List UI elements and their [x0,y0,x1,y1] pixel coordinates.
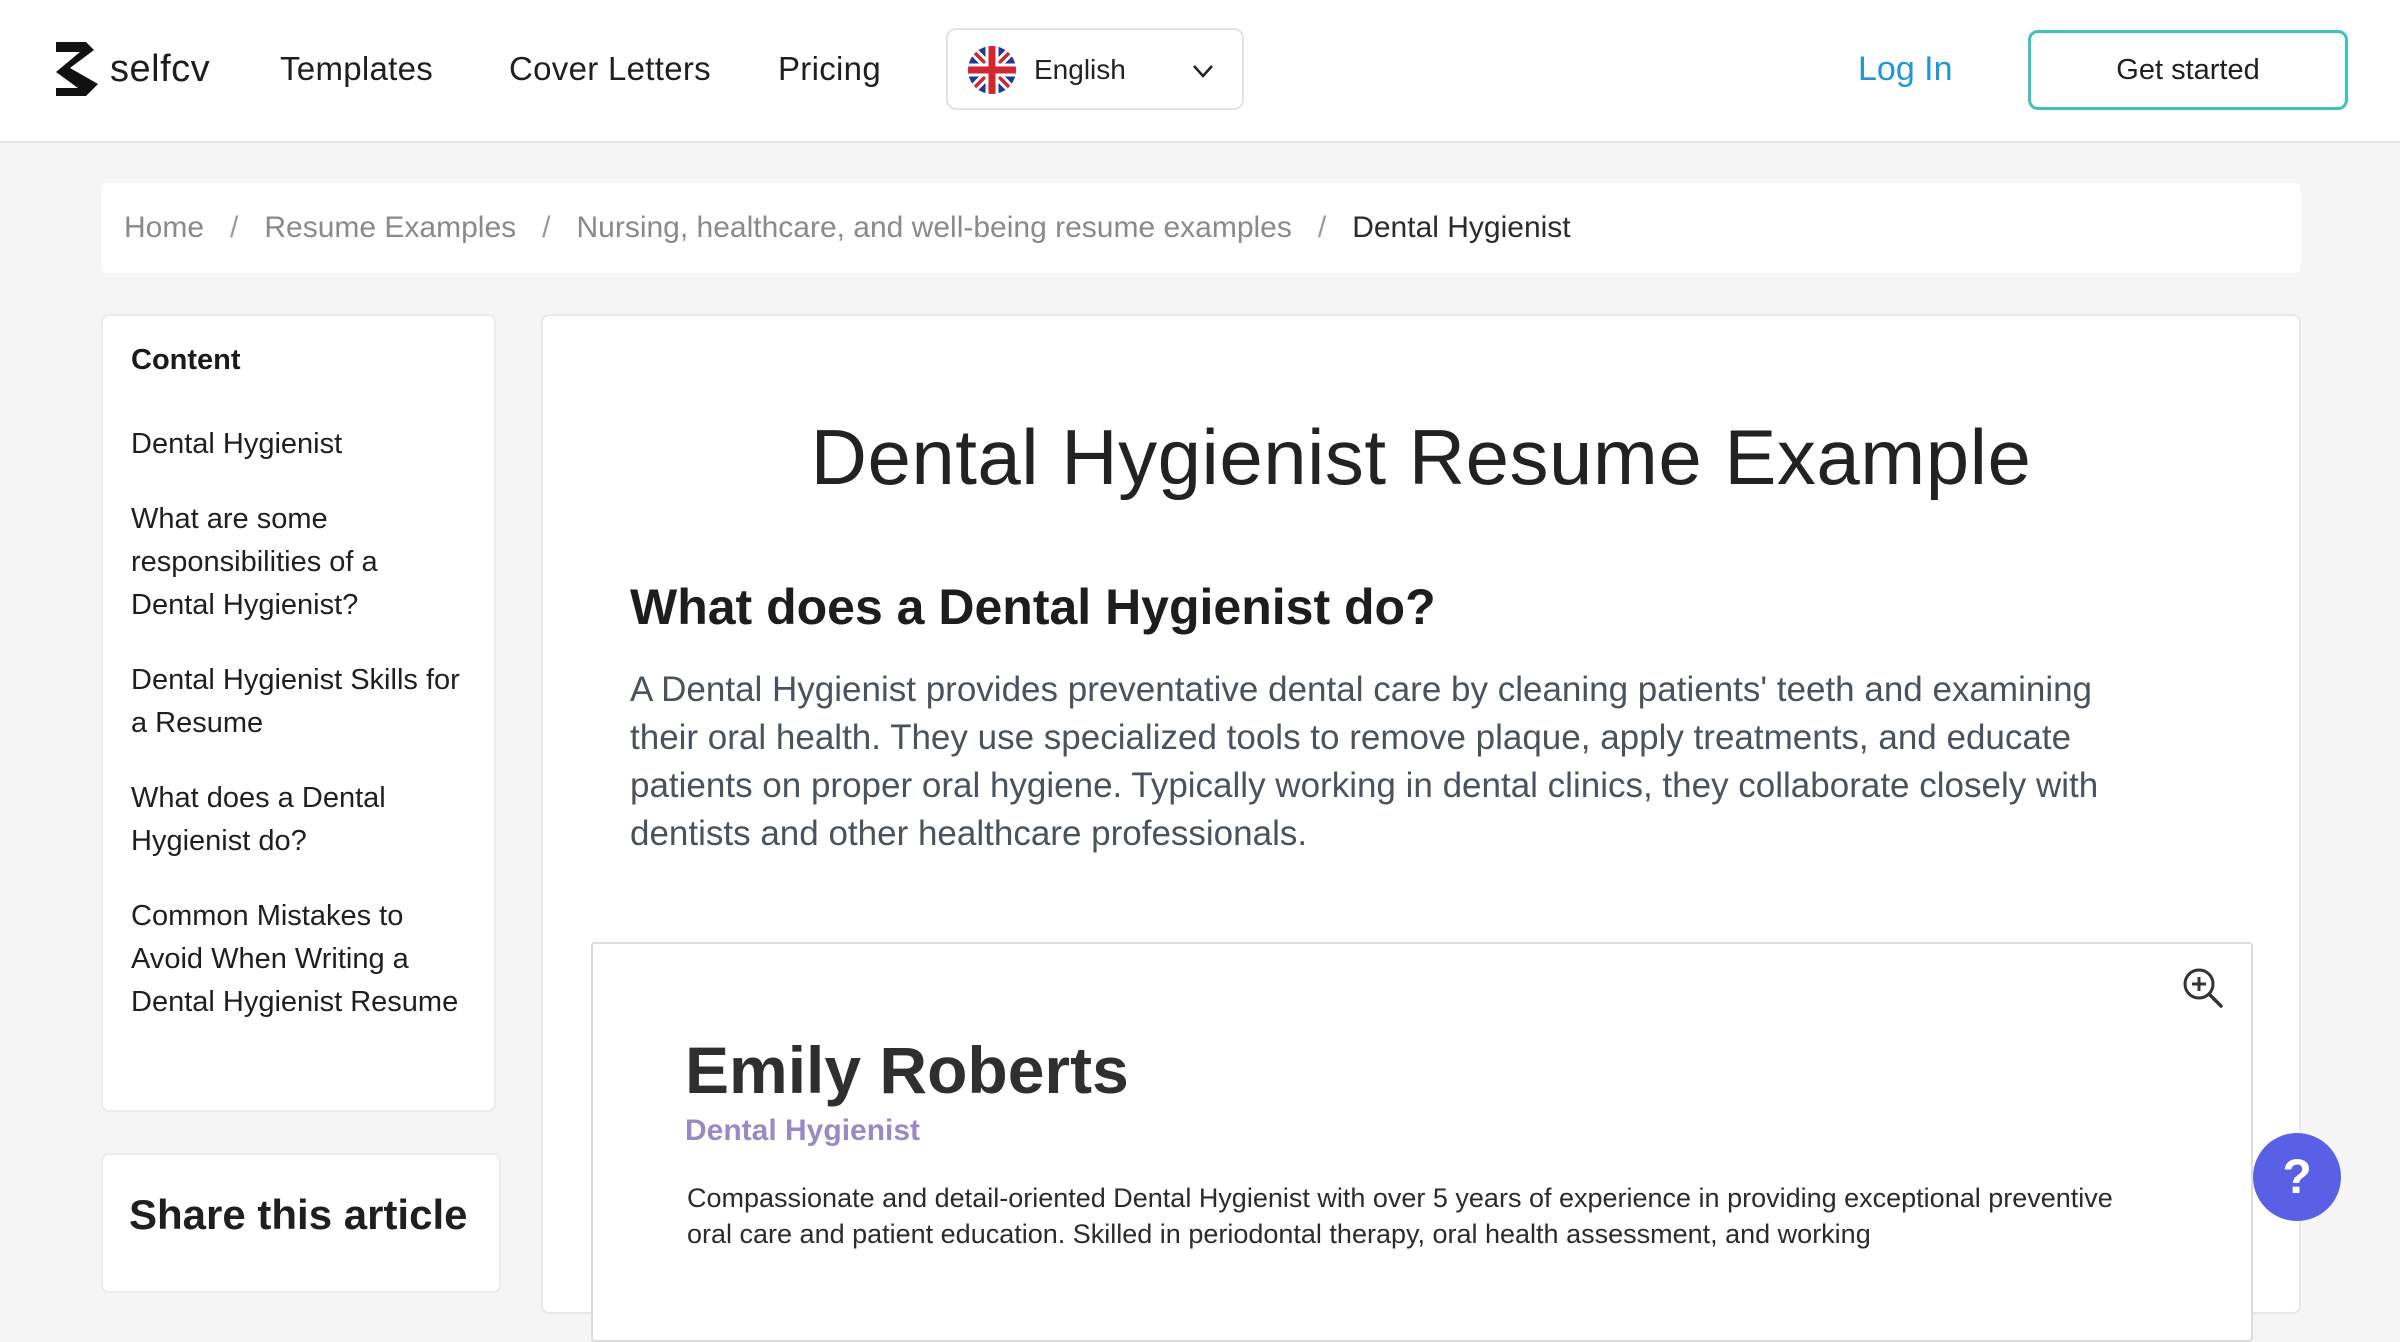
share-title: Share this article [129,1191,468,1238]
breadcrumb-category[interactable]: Nursing, healthcare, and well-being resu… [576,211,1291,245]
login-link[interactable]: Log In [1858,50,1953,89]
uk-flag-icon [968,46,1016,94]
breadcrumb-separator: / [230,211,239,244]
toc-item[interactable]: Dental Hygienist Skills for a Resume [131,659,466,745]
resume-role: Dental Hygienist [685,1114,921,1147]
zoom-in-icon[interactable] [2181,966,2225,1010]
logo-text: selfcv [110,47,211,90]
toc-title: Content [131,344,241,376]
share-article-card: Share this article [101,1153,501,1293]
get-started-button[interactable]: Get started [2028,30,2348,110]
breadcrumb-current: Dental Hygienist [1352,211,1571,244]
toc-item[interactable]: Dental Hygienist [131,423,466,466]
help-button[interactable]: ? [2253,1133,2341,1221]
article-card: Dental Hygienist Resume Example What doe… [541,314,2301,1342]
toc-item[interactable]: What are some responsibilities of a Dent… [131,498,466,627]
toc-item[interactable]: What does a Dental Hygienist do? [131,777,466,863]
resume-name: Emily Roberts [685,1033,1129,1107]
breadcrumb-separator: / [1317,211,1327,244]
language-label: English [1034,54,1126,85]
resume-summary: Compassionate and detail-oriented Dental… [687,1183,2113,1249]
toc-item[interactable]: Common Mistakes to Avoid When Writing a … [131,895,466,1024]
nav-pricing[interactable]: Pricing [778,50,881,88]
breadcrumb-home[interactable]: Home [124,211,204,245]
section-paragraph: A Dental Hygienist provides preventative… [630,670,2099,853]
site-header: selfcv Templates Cover Letters Pricing E… [0,0,2400,143]
selfcv-logo-icon [56,42,98,96]
language-selector[interactable]: English [946,28,1244,110]
section-heading: What does a Dental Hygienist do? [630,579,1436,635]
breadcrumb: Home / Resume Examples / Nursing, health… [101,183,2301,273]
logo[interactable]: selfcv [52,40,210,98]
breadcrumb-resume-examples[interactable]: Resume Examples [264,211,516,245]
breadcrumb-separator: / [542,211,551,244]
table-of-contents: Content Dental Hygienist What are some r… [101,314,496,1112]
page-title: Dental Hygienist Resume Example [810,413,2032,501]
resume-preview[interactable]: Emily Roberts Dental Hygienist Compassio… [591,942,2253,1342]
nav-templates[interactable]: Templates [280,50,433,88]
chevron-down-icon [1193,65,1213,78]
nav-cover-letters[interactable]: Cover Letters [509,50,711,88]
